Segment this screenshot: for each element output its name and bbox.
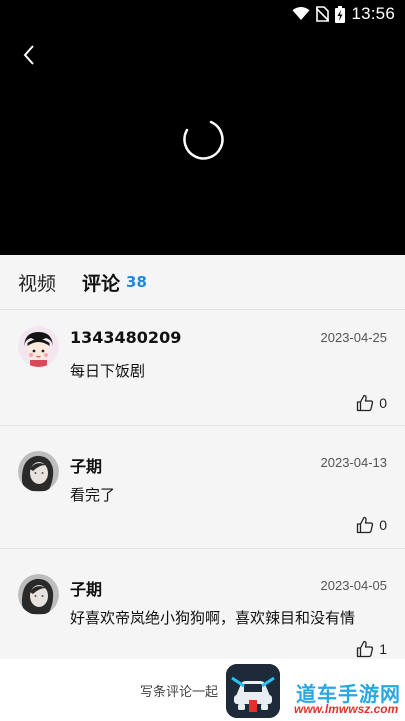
comment-date: 2023-04-05 xyxy=(320,578,388,593)
like-button[interactable]: 0 xyxy=(356,394,387,412)
thumbs-up-icon xyxy=(357,394,374,412)
comment-username[interactable]: 子期 xyxy=(70,453,102,477)
comment-text: 每日下饭剧 xyxy=(70,362,146,380)
avatar[interactable] xyxy=(18,451,59,492)
avatar[interactable] xyxy=(18,326,59,367)
tab-bar: 视频 评论 38 xyxy=(0,255,405,310)
like-button[interactable]: 0 xyxy=(356,516,387,534)
thumbs-up-icon xyxy=(357,516,374,534)
loading-spinner-icon xyxy=(183,120,224,160)
wifi-icon xyxy=(292,7,310,21)
watermark-logo xyxy=(226,664,280,718)
like-button[interactable]: 1 xyxy=(356,640,387,658)
status-time: 13:56 xyxy=(351,4,395,23)
car-logo-icon xyxy=(226,664,280,718)
comment-count-badge: 38 xyxy=(126,273,147,291)
comment-username[interactable]: 1343480209 xyxy=(70,328,181,347)
write-comment-input[interactable]: 写条评论一起 xyxy=(140,681,218,700)
no-sim-icon xyxy=(316,6,330,22)
comment-date: 2023-04-13 xyxy=(320,455,388,470)
tab-video[interactable]: 视频 xyxy=(18,255,56,309)
like-count: 1 xyxy=(379,641,387,657)
comment-text: 好喜欢帝岚绝小狗狗啊，喜欢辣目和没有情 xyxy=(70,609,356,627)
comment-item: 1343480209 2023-04-25 每日下饭剧 0 xyxy=(0,310,405,426)
thumbs-up-icon xyxy=(357,640,374,658)
avatar[interactable] xyxy=(18,574,59,615)
chevron-left-icon xyxy=(23,45,34,65)
user-photo-avatar-icon xyxy=(18,451,59,492)
cartoon-girl-avatar-icon xyxy=(18,326,59,367)
tab-comments[interactable]: 评论 38 xyxy=(82,255,147,309)
status-bar: 13:56 xyxy=(292,0,405,28)
watermark-url: www.lmwwsz.com xyxy=(294,702,399,716)
tab-comments-label: 评论 xyxy=(82,272,121,295)
back-button[interactable] xyxy=(14,38,44,72)
comment-date: 2023-04-25 xyxy=(320,330,388,345)
comment-text: 看完了 xyxy=(70,486,116,504)
comment-item: 子期 2023-04-05 好喜欢帝岚绝小狗狗啊，喜欢辣目和没有情 1 xyxy=(0,549,405,659)
comment-item: 子期 2023-04-13 看完了 0 xyxy=(0,426,405,549)
battery-charging-icon xyxy=(335,5,346,23)
video-player[interactable]: 13:56 xyxy=(0,0,405,255)
comment-username[interactable]: 子期 xyxy=(70,576,102,600)
like-count: 0 xyxy=(379,517,387,533)
tab-video-label: 视频 xyxy=(18,272,57,295)
user-photo-avatar-icon xyxy=(18,574,59,615)
like-count: 0 xyxy=(379,395,387,411)
